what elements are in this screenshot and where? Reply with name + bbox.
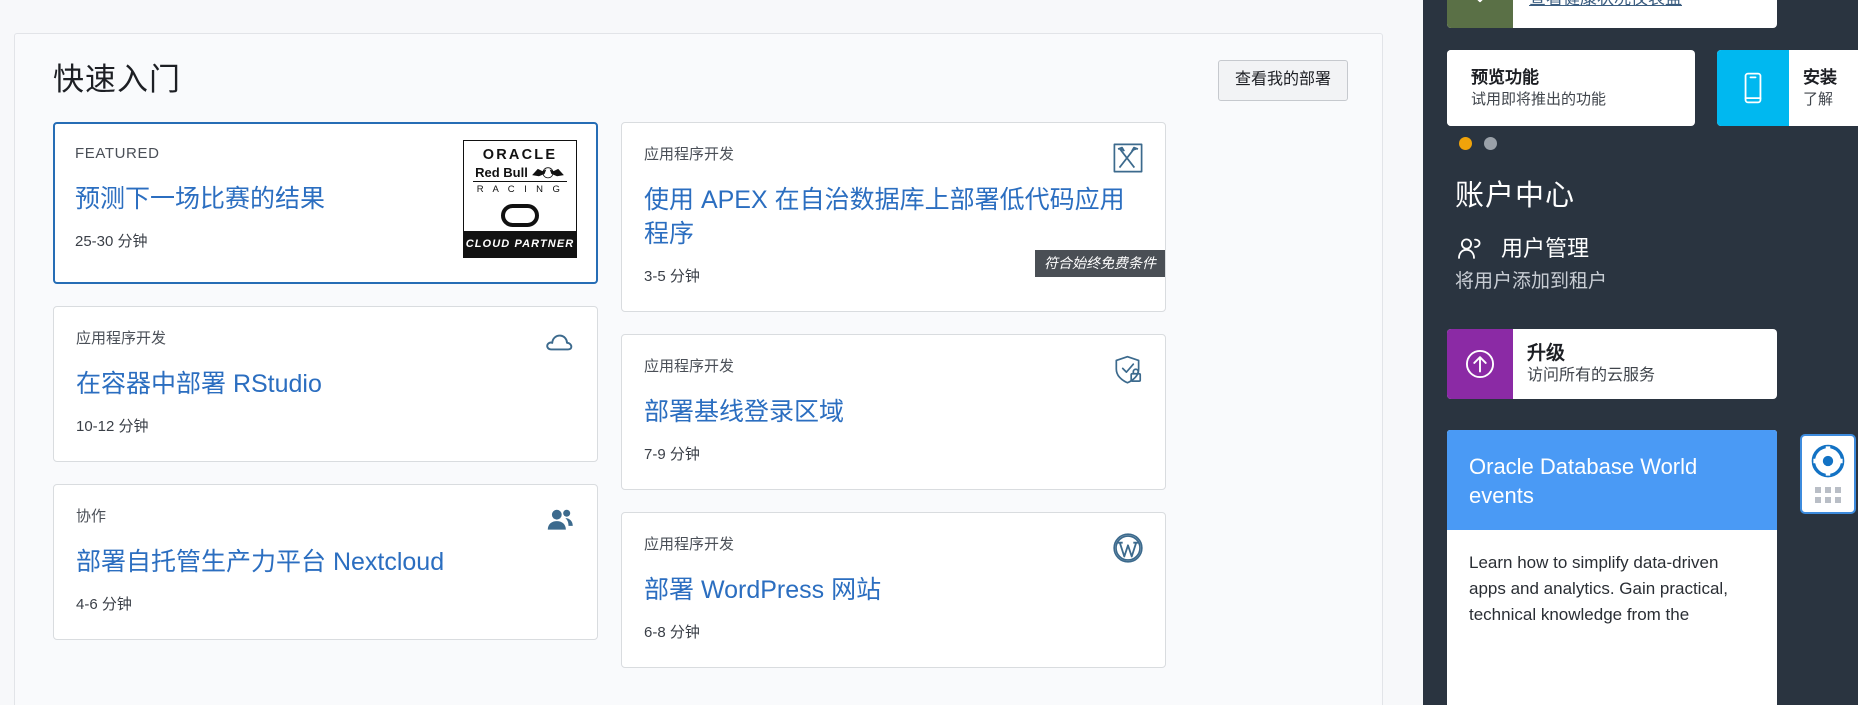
event-promo-card[interactable]: Oracle Database World events Learn how t… [1447,430,1777,705]
promo-accent-bar [1447,50,1457,126]
logo-partner-bar: CLOUD PARTNER [464,231,576,257]
arrow-up-circle-icon [1447,329,1513,399]
getting-started-page: 快速入门 查看我的部署 FEATURED 预测下一场比赛的结果 25-30 分钟… [0,0,1858,705]
card-title[interactable]: 部署基线登录区域 [644,395,1143,429]
promo-subtitle: 试用即将推出的功能 [1471,90,1607,108]
event-card-header: Oracle Database World events [1447,430,1777,530]
account-center-heading: 账户中心 [1455,180,1576,212]
card-kicker: 协作 [76,508,107,525]
card-title[interactable]: 使用 APEX 在自治数据库上部署低代码应用程序 [644,183,1143,251]
quick-start-panel: 快速入门 查看我的部署 FEATURED 预测下一场比赛的结果 25-30 分钟… [14,33,1383,705]
page-title: 快速入门 [53,62,181,97]
cards-column-right: 应用程序开发 使用 APEX 在自治数据库上部署低代码应用程序 3-5 分钟 符… [621,122,1166,668]
users-icon [1455,233,1487,265]
card-title[interactable]: 在容器中部署 RStudio [76,367,575,401]
card-deploy-baseline-landing-zone[interactable]: 应用程序开发 部署基线登录区域 7-9 分钟 [621,334,1166,490]
mobile-phone-icon [1717,50,1789,126]
logo-oval-shape [501,204,539,227]
user-management-title: 用户管理 [1501,236,1590,261]
logo-team-text: Red Bull [475,165,528,180]
main-content-area: 快速入门 查看我的部署 FEATURED 预测下一场比赛的结果 25-30 分钟… [0,0,1423,705]
card-duration: 4-6 分钟 [76,596,132,613]
promo-carousel: 预览功能 试用即将推出的功能 安装 了解 [1447,50,1858,126]
upgrade-tile[interactable]: 升级 访问所有的云服务 [1447,329,1777,399]
help-floating-button[interactable] [1800,434,1856,514]
cards-column-left: FEATURED 预测下一场比赛的结果 25-30 分钟 ORACLE Red … [53,122,598,668]
sidebar-item-user-management[interactable]: 用户管理 将用户添加到租户 [1455,233,1785,295]
panel-header: 快速入门 查看我的部署 [15,34,1382,122]
logo-divider [473,181,567,182]
logo-brand-text: ORACLE [482,147,558,163]
carousel-dots [1459,137,1497,150]
oracle-red-bull-racing-logo: ORACLE Red Bull R A C I N G CLOUD PARTNE… [463,140,577,258]
promo-tile-install-mobile-app[interactable]: 安装 了解 [1717,50,1858,126]
card-deploy-rstudio[interactable]: 应用程序开发 在容器中部署 RStudio 10-12 分钟 [53,306,598,462]
lifebuoy-icon [1811,444,1845,478]
card-featured-race-prediction[interactable]: FEATURED 预测下一场比赛的结果 25-30 分钟 ORACLE Red … [53,122,598,284]
card-deploy-wordpress-site[interactable]: 应用程序开发 部署 WordPress 网站 6-8 分钟 [621,512,1166,668]
upgrade-subtitle: 访问所有的云服务 [1527,366,1656,384]
card-deploy-apex-lowcode[interactable]: 应用程序开发 使用 APEX 在自治数据库上部署低代码应用程序 3-5 分钟 符… [621,122,1166,312]
wordpress-icon [1111,531,1145,565]
promo-tile-preview-features[interactable]: 预览功能 试用即将推出的功能 [1447,50,1695,126]
view-my-deployments-button[interactable]: 查看我的部署 [1217,60,1348,101]
health-dashboard-link[interactable]: 查看健康状况仪表盘 [1529,0,1763,10]
charging-bulls-icon [531,166,565,179]
event-card-description: Learn how to simplify data-driven apps a… [1469,553,1728,624]
promo-title: 预览功能 [1471,67,1539,87]
card-duration: 6-8 分钟 [644,624,700,641]
card-kicker: 应用程序开发 [644,146,735,163]
always-free-badge: 符合始终免费条件 [1035,250,1165,277]
card-duration: 10-12 分钟 [76,418,149,435]
card-duration: 7-9 分钟 [644,446,700,463]
chevron-down-shield-icon [1447,0,1513,28]
pencil-ruler-icon [1111,141,1145,175]
logo-series-text: R A C I N G [476,184,564,195]
users-icon [543,503,577,537]
cloud-icon [543,325,577,359]
carousel-dot-1[interactable] [1459,137,1472,150]
drag-grip-icon[interactable] [1815,487,1841,503]
cards-grid: FEATURED 预测下一场比赛的结果 25-30 分钟 ORACLE Red … [15,122,1382,668]
health-dashboard-tile[interactable]: 查看健康状况仪表盘 [1447,0,1777,28]
user-management-subtitle: 将用户添加到租户 [1455,271,1608,292]
logo-partner-text: CLOUD PARTNER [465,238,575,250]
promo-title: 安装 [1803,67,1837,87]
right-sidebar: 查看健康状况仪表盘 预览功能 试用即将推出的功能 [1423,0,1858,705]
card-title[interactable]: 部署 WordPress 网站 [644,573,1143,607]
card-kicker: 应用程序开发 [76,330,167,347]
upgrade-title: 升级 [1527,342,1566,364]
card-kicker: 应用程序开发 [644,536,735,553]
event-card-title: Oracle Database World events [1469,454,1698,508]
card-kicker: 应用程序开发 [644,358,735,375]
carousel-dot-2[interactable] [1484,137,1497,150]
card-deploy-nextcloud[interactable]: 协作 部署自托管生产力平台 Nextcloud 4-6 分钟 [53,484,598,640]
event-card-body: Learn how to simplify data-driven apps a… [1447,530,1777,648]
promo-subtitle: 了解 [1803,90,1834,108]
shield-lock-icon [1111,353,1145,387]
card-title[interactable]: 部署自托管生产力平台 Nextcloud [76,545,575,579]
